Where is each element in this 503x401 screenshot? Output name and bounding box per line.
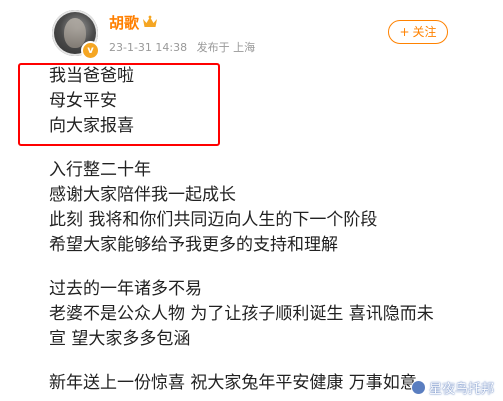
highlighted-line: 母女平安	[49, 91, 117, 111]
post-text-line: 入行整二十年	[49, 160, 151, 180]
post-timestamp[interactable]: 23-1-31 14:38	[109, 41, 187, 54]
watermark-logo-icon	[412, 381, 425, 394]
watermark-text: 星夜鸟托邦	[429, 382, 495, 397]
watermark: 星夜鸟托邦	[412, 378, 494, 397]
follow-button[interactable]: + 关注	[388, 20, 448, 44]
follow-button-label: 关注	[412, 25, 437, 39]
post-meta: 23-1-31 14:38 发布于 上海	[109, 41, 255, 55]
post-text-line: 新年送上一份惊喜 祝大家兔年平安健康 万事如意	[49, 373, 417, 393]
author-name[interactable]: 胡歌	[109, 13, 139, 33]
post-text-line: 此刻 我将和你们共同迈向人生的下一个阶段	[49, 210, 378, 230]
post-text-line: 宣 望大家多多包涵	[49, 329, 191, 349]
post-text-line: 感谢大家陪伴我一起成长	[49, 185, 236, 205]
post-text-line: 老婆不是公众人物 为了让孩子顺利诞生 喜讯隐而未	[49, 304, 434, 324]
post-location: 发布于 上海	[196, 41, 256, 54]
post-text-line: 过去的一年诸多不易	[49, 279, 202, 299]
post-text-line: 希望大家能够给予我更多的支持和理解	[49, 235, 338, 255]
plus-icon: +	[399, 25, 410, 39]
verified-badge-icon: v	[81, 41, 100, 60]
crown-icon	[143, 15, 157, 27]
highlighted-line: 向大家报喜	[49, 116, 134, 136]
highlighted-line: 我当爸爸啦	[49, 66, 134, 86]
